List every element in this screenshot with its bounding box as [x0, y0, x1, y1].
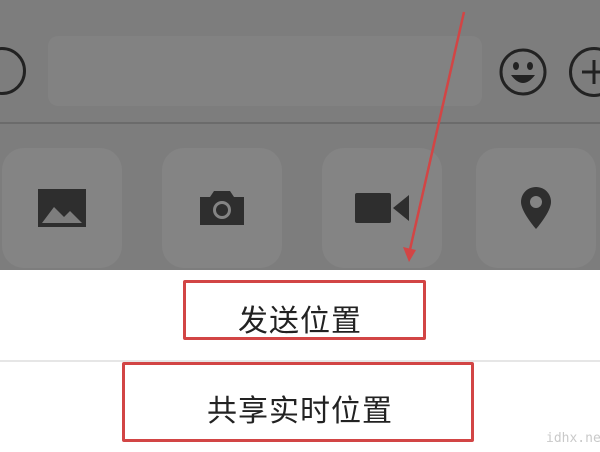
voice-icon[interactable] — [0, 47, 26, 95]
share-live-location-label: 共享实时位置 — [207, 394, 393, 429]
chat-input-bar — [0, 0, 600, 124]
send-location-label: 发送位置 — [238, 304, 362, 339]
message-input[interactable] — [48, 36, 482, 106]
video-camera-icon — [355, 193, 409, 223]
camera-icon — [200, 191, 244, 225]
video-button[interactable] — [322, 148, 442, 268]
option-divider — [0, 360, 600, 362]
send-location-option[interactable]: 发送位置 — [0, 274, 600, 362]
camera-button[interactable] — [162, 148, 282, 268]
dimmed-chat-panel — [0, 0, 600, 270]
watermark: idhx.net — [546, 431, 600, 446]
photo-button[interactable] — [2, 148, 122, 268]
location-pin-icon — [521, 187, 551, 229]
image-icon — [38, 189, 86, 227]
plus-icon[interactable] — [569, 47, 600, 97]
emoji-icon[interactable] — [498, 47, 548, 97]
location-button[interactable] — [476, 148, 596, 268]
share-live-location-option[interactable]: 共享实时位置 — [0, 364, 600, 452]
